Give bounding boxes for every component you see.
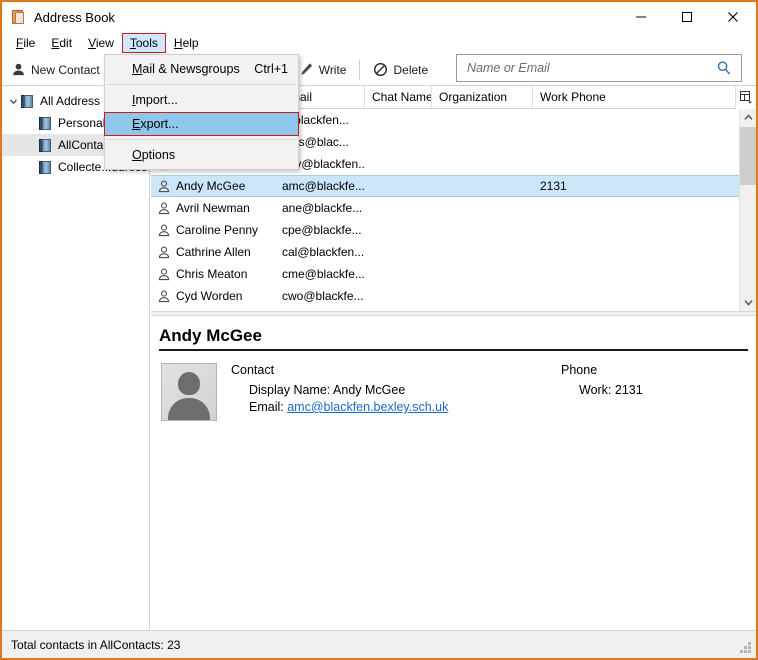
cell-email: cwo@blackfe... xyxy=(275,289,365,303)
menu-item-shortcut: Ctrl+1 xyxy=(240,62,288,76)
column-header-chat-name[interactable]: Chat Name xyxy=(365,86,432,109)
contact-work-phone: Work: 2131 xyxy=(561,382,643,399)
table-row[interactable]: Andy McGee amc@blackfe... 2131 xyxy=(151,175,739,197)
write-label: Write xyxy=(319,63,347,77)
cell-email: cpe@blackfe... xyxy=(275,223,365,237)
maximize-button[interactable] xyxy=(664,2,710,32)
cell-name: Cyd Worden xyxy=(151,289,275,303)
menu-item-label: Mail & Newsgroups xyxy=(132,62,240,76)
minimize-button[interactable] xyxy=(618,2,664,32)
cell-name-text: Avril Newman xyxy=(176,201,250,215)
cell-name-text: Cathrine Allen xyxy=(176,245,251,259)
cell-name: Cathrine Allen xyxy=(151,245,275,259)
cell-name-text: Caroline Penny xyxy=(176,223,258,237)
table-row[interactable]: Cathrine Allen cal@blackfen.... xyxy=(151,241,739,263)
status-text: Total contacts in AllContacts: 23 xyxy=(2,638,180,652)
menu-separator xyxy=(107,84,296,85)
contact-email-label: Email: xyxy=(249,400,287,414)
window-controls xyxy=(618,2,756,32)
resize-grip-icon[interactable] xyxy=(739,642,752,655)
scrollbar-thumb[interactable] xyxy=(740,127,756,185)
tools-dropdown-menu[interactable]: Mail & NewsgroupsCtrl+1 Import... Export..… xyxy=(104,54,299,170)
new-contact-label: New Contact xyxy=(31,63,100,77)
cell-email: cal@blackfen.... xyxy=(275,245,365,259)
sidebar-item-label: All Address B xyxy=(40,94,111,108)
contact-detail-pane: Andy McGee Contact Display Name: Andy Mc… xyxy=(151,316,756,630)
person-icon xyxy=(158,290,170,303)
menu-item-import[interactable]: Import... xyxy=(105,88,298,112)
cell-email: ane@blackfe... xyxy=(275,201,365,215)
cell-name-text: Andy McGee xyxy=(176,179,245,193)
menu-item-label: Import... xyxy=(132,93,178,107)
cell-email: amc@blackfe... xyxy=(275,179,365,193)
person-icon xyxy=(158,224,170,237)
list-vertical-scrollbar[interactable] xyxy=(739,109,756,311)
close-button[interactable] xyxy=(710,2,756,32)
person-icon xyxy=(158,268,170,281)
cell-name-text: Chris Meaton xyxy=(176,267,247,281)
cell-name-text: Cyd Worden xyxy=(176,289,242,303)
write-button[interactable]: Write xyxy=(290,55,356,85)
title-bar: Address Book xyxy=(2,2,756,32)
contact-display-name: Display Name: Andy McGee xyxy=(231,382,561,399)
table-row[interactable]: Caroline Penny cpe@blackfe... xyxy=(151,219,739,241)
address-book-icon xyxy=(10,9,26,25)
delete-label: Delete xyxy=(393,63,428,77)
menu-item-label: Export... xyxy=(132,117,179,131)
cell-name: Andy McGee xyxy=(151,179,275,193)
address-book-node-icon xyxy=(38,138,53,153)
menu-tools[interactable]: Tools xyxy=(122,33,166,53)
phone-section-heading: Phone xyxy=(561,363,643,377)
address-book-node-icon xyxy=(38,116,53,131)
menu-item-options[interactable]: Options xyxy=(105,143,298,167)
menu-item-mail-newsgroups[interactable]: Mail & NewsgroupsCtrl+1 xyxy=(105,57,298,81)
toolbar-separator-2 xyxy=(359,60,360,80)
menu-item-label: Options xyxy=(132,148,175,162)
column-picker-icon[interactable] xyxy=(735,86,756,109)
window-title: Address Book xyxy=(34,10,115,25)
new-contact-icon xyxy=(11,62,26,77)
search-box[interactable] xyxy=(456,54,742,82)
cell-name: Avril Newman xyxy=(151,201,275,215)
menu-bar: File Edit View Tools Help xyxy=(2,32,756,54)
menu-file[interactable]: File xyxy=(8,33,43,53)
address-book-window: Address Book File Edit View Tools Help xyxy=(0,0,758,660)
menu-item-export[interactable]: Export... xyxy=(104,112,299,136)
cell-name: Caroline Penny xyxy=(151,223,275,237)
table-row[interactable]: Avril Newman ane@blackfe... xyxy=(151,197,739,219)
person-icon xyxy=(158,246,170,259)
contact-email-line: Email: amc@blackfen.bexley.sch.uk xyxy=(231,399,561,416)
delete-button[interactable]: Delete xyxy=(364,55,437,85)
status-bar: Total contacts in AllContacts: 23 xyxy=(2,630,756,658)
table-row[interactable]: Cyd Worden cwo@blackfe... xyxy=(151,285,739,307)
chevron-down-icon[interactable] xyxy=(6,97,20,106)
person-icon xyxy=(158,180,170,193)
menu-edit[interactable]: Edit xyxy=(43,33,80,53)
menu-view[interactable]: View xyxy=(80,33,122,53)
cell-name: Chris Meaton xyxy=(151,267,275,281)
menu-help[interactable]: Help xyxy=(166,33,207,53)
contact-email-link[interactable]: amc@blackfen.bexley.sch.uk xyxy=(287,400,448,414)
scroll-down-arrow-icon[interactable] xyxy=(740,294,756,311)
menu-separator xyxy=(107,139,296,140)
address-book-node-icon xyxy=(38,160,53,175)
contact-detail-title: Andy McGee xyxy=(159,326,748,351)
column-header-organization[interactable]: Organization xyxy=(432,86,533,109)
table-row[interactable]: Chris Meaton cme@blackfe... xyxy=(151,263,739,285)
delete-icon xyxy=(373,62,388,77)
contact-section-heading: Contact xyxy=(231,363,561,377)
scroll-up-arrow-icon[interactable] xyxy=(740,109,756,126)
contact-avatar xyxy=(161,363,217,421)
new-contact-button[interactable]: New Contact xyxy=(2,55,109,85)
search-icon[interactable] xyxy=(713,60,735,76)
column-header-work-phone[interactable]: Work Phone xyxy=(533,86,656,109)
search-input[interactable] xyxy=(465,56,713,80)
pencil-icon xyxy=(299,62,314,77)
cell-work-phone: 2131 xyxy=(533,179,656,193)
person-icon xyxy=(158,202,170,215)
cell-email: cme@blackfe... xyxy=(275,267,365,281)
address-book-node-icon xyxy=(20,94,35,109)
